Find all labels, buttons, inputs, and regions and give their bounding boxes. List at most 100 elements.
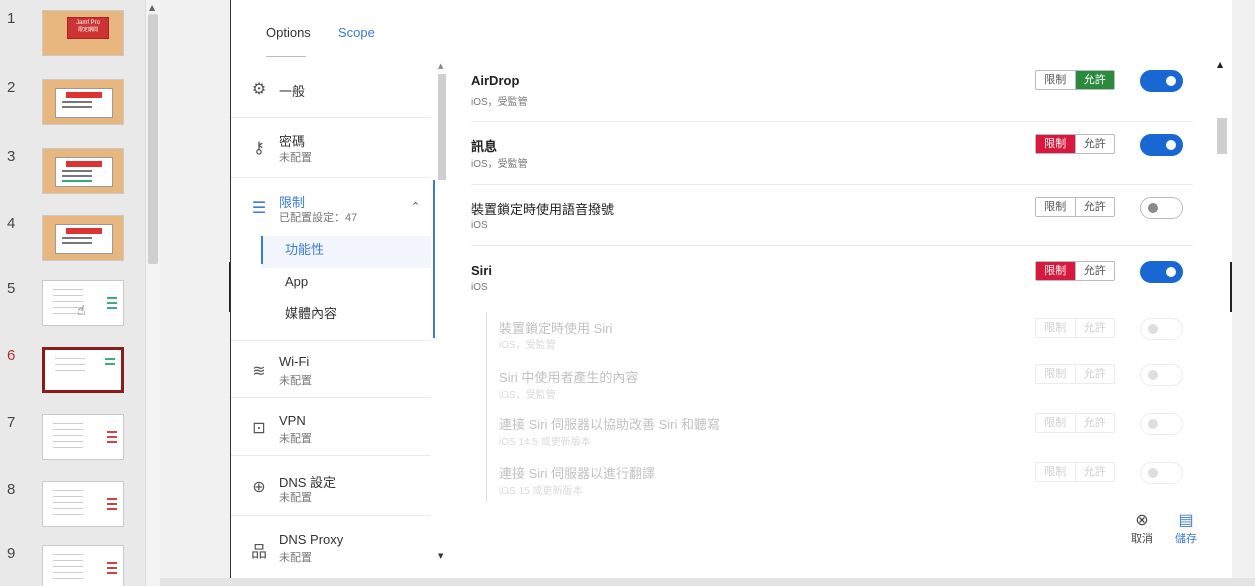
- restrict-option[interactable]: 限制: [1036, 319, 1075, 337]
- nav-item-status: 未配置: [279, 492, 312, 504]
- thumbnail-scrollbar[interactable]: ▲: [145, 0, 160, 586]
- restrict-allow-segmented-control[interactable]: 限制 允許: [1035, 318, 1115, 338]
- slide-card: [55, 88, 113, 118]
- nav-item-vpn[interactable]: ⊡ VPN 未配置: [231, 398, 431, 456]
- restrict-option[interactable]: 限制: [1036, 135, 1075, 153]
- nav-item-restrictions[interactable]: ☰ 限制 已配置設定：47 ⌃: [231, 178, 431, 238]
- scroll-up-icon[interactable]: ▲: [149, 3, 155, 12]
- nav-item-passcode[interactable]: ⚷ 密碼 未配置: [231, 118, 431, 178]
- slide-preview[interactable]: [42, 79, 124, 125]
- setting-toggle[interactable]: [1140, 462, 1183, 484]
- setting-toggle[interactable]: [1140, 70, 1183, 92]
- setting-row-messages: 訊息 iOS，受監管 限制 允許: [471, 122, 1193, 185]
- nav-item-dns-settings[interactable]: ⊕ DNS 設定 未配置: [231, 456, 431, 516]
- settings-nav: ⚙ 一般 ⚷ 密碼 未配置 ☰ 限制 已配置設定：47 ⌃ 功能性 App 媒體…: [231, 62, 436, 586]
- scroll-down-icon[interactable]: ▼: [438, 552, 443, 560]
- subnav-media-content[interactable]: 媒體內容: [261, 300, 431, 332]
- allow-option[interactable]: 允許: [1074, 319, 1115, 337]
- restrict-option[interactable]: 限制: [1036, 262, 1075, 280]
- setting-platform: iOS: [471, 282, 488, 293]
- slide-thumb-7[interactable]: 7: [0, 414, 145, 480]
- subnav-functionality[interactable]: 功能性: [261, 236, 431, 268]
- slide-number: 4: [7, 215, 16, 232]
- setting-toggle[interactable]: [1140, 364, 1183, 386]
- setting-row-siri-lock-screen: 裝置鎖定時使用 Siri iOS，受監管 限制 允許: [471, 312, 1193, 362]
- restrict-allow-segmented-control[interactable]: 限制 允許: [1035, 134, 1115, 154]
- allow-option[interactable]: 允許: [1074, 463, 1115, 481]
- slide-thumb-2[interactable]: 2: [0, 79, 145, 145]
- save-button[interactable]: ▤ 儲存: [1166, 512, 1206, 546]
- allow-option[interactable]: 允許: [1074, 365, 1115, 383]
- nav-scrollbar[interactable]: ▲ ▼: [438, 62, 446, 562]
- restrict-allow-segmented-control[interactable]: 限制 允許: [1035, 462, 1115, 482]
- nav-item-general[interactable]: ⚙ 一般: [231, 62, 431, 118]
- slide-card-line: [62, 175, 92, 177]
- slide-preview[interactable]: [42, 414, 124, 460]
- restrict-option[interactable]: 限制: [1036, 414, 1075, 432]
- slide-card-header: [66, 92, 102, 98]
- cancel-button[interactable]: ⊗ 取消: [1122, 512, 1162, 546]
- restrict-option[interactable]: 限制: [1036, 198, 1075, 216]
- nav-item-title: DNS Proxy: [279, 532, 344, 547]
- slide-thumb-9[interactable]: 9: [0, 545, 145, 586]
- scrollbar-thumb[interactable]: [148, 14, 158, 264]
- sub-settings-indent-line: [486, 312, 487, 502]
- restrict-option[interactable]: 限制: [1036, 365, 1075, 383]
- lock-icon: ⊡: [252, 418, 266, 437]
- slide-dots: [107, 498, 117, 512]
- tab-scope[interactable]: Scope: [338, 25, 375, 40]
- nav-item-dns-proxy[interactable]: 品 DNS Proxy 未配置: [231, 516, 431, 586]
- slide-subtitle-text: 限定期間: [77, 27, 98, 33]
- allow-option[interactable]: 允許: [1074, 71, 1114, 89]
- slide-number: 7: [7, 414, 16, 431]
- slide-preview[interactable]: Jamf Pro 限定期間: [42, 10, 124, 56]
- restrict-option[interactable]: 限制: [1036, 463, 1075, 481]
- slide-preview[interactable]: [42, 148, 124, 194]
- slide-preview-selected[interactable]: [42, 347, 124, 393]
- nav-item-status: 未配置: [279, 552, 312, 564]
- allow-option[interactable]: 允許: [1074, 198, 1115, 216]
- scrollbar-thumb[interactable]: [438, 74, 446, 180]
- slide-preview[interactable]: [42, 481, 124, 527]
- scroll-up-icon[interactable]: ▲: [1217, 60, 1223, 69]
- setting-platform: iOS: [471, 220, 488, 231]
- setting-toggle[interactable]: [1140, 318, 1183, 340]
- slide-thumb-3[interactable]: 3: [0, 148, 145, 214]
- restrict-allow-segmented-control[interactable]: 限制 允許: [1035, 197, 1115, 217]
- network-icon: 品: [250, 542, 267, 561]
- allow-option[interactable]: 允許: [1074, 414, 1115, 432]
- restrict-allow-segmented-control[interactable]: 限制 允許: [1035, 413, 1115, 433]
- setting-toggle[interactable]: [1140, 134, 1183, 156]
- slide-preview[interactable]: ☝: [42, 280, 124, 326]
- slide-card: [55, 224, 113, 254]
- slide-thumb-1[interactable]: 1 Jamf Pro 限定期間: [0, 10, 145, 76]
- slide-number: 5: [7, 280, 16, 297]
- slide-thumb-5[interactable]: 5 ☝: [0, 280, 145, 346]
- setting-toggle[interactable]: [1140, 261, 1183, 283]
- slide-number: 2: [7, 79, 16, 96]
- slide-number: 8: [7, 481, 16, 498]
- main-scrollbar[interactable]: ▲: [1215, 60, 1227, 580]
- expanded-section-indicator: [433, 180, 435, 338]
- slide-thumb-6[interactable]: 6: [0, 347, 145, 413]
- active-tab-indicator: [266, 56, 306, 57]
- subnav-app[interactable]: App: [261, 268, 431, 300]
- wifi-icon: ≋: [252, 361, 266, 380]
- slide-thumb-4[interactable]: 4: [0, 215, 145, 281]
- chevron-up-icon[interactable]: ⌃: [411, 200, 420, 213]
- slide-preview[interactable]: [42, 215, 124, 261]
- restrict-allow-segmented-control[interactable]: 限制 允許: [1035, 261, 1115, 281]
- restrict-option[interactable]: 限制: [1036, 71, 1075, 89]
- restrict-allow-segmented-control[interactable]: 限制 允許: [1035, 70, 1115, 90]
- scrollbar-thumb[interactable]: [1217, 118, 1227, 154]
- scroll-up-icon[interactable]: ▲: [438, 62, 443, 70]
- slide-thumb-8[interactable]: 8: [0, 481, 145, 547]
- setting-toggle[interactable]: [1140, 197, 1183, 219]
- allow-option[interactable]: 允許: [1074, 262, 1115, 280]
- nav-item-wifi[interactable]: ≋ Wi-Fi 未配置: [231, 340, 431, 398]
- restrict-allow-segmented-control[interactable]: 限制 允許: [1035, 364, 1115, 384]
- allow-option[interactable]: 允許: [1074, 135, 1115, 153]
- tab-options[interactable]: Options: [266, 25, 311, 40]
- setting-toggle[interactable]: [1140, 413, 1183, 435]
- slide-preview[interactable]: [42, 545, 124, 586]
